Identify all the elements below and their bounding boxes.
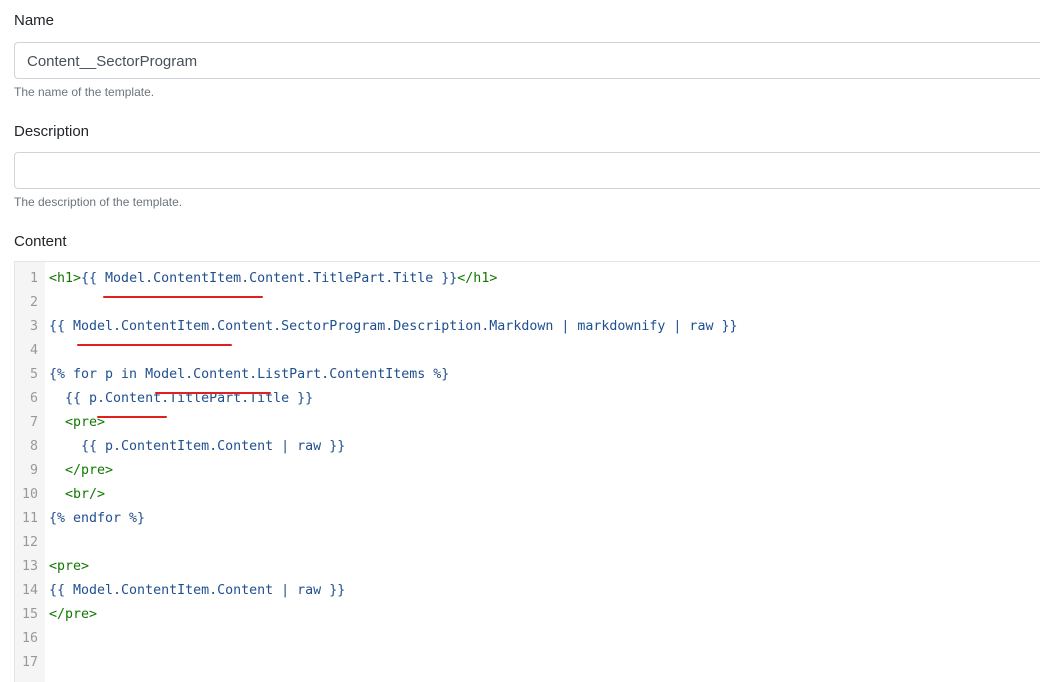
html-tag-token: </pre> bbox=[49, 607, 98, 622]
code-line: 7 <pre> bbox=[15, 411, 1040, 435]
line-number: 1 bbox=[29, 271, 38, 286]
name-label: Name bbox=[14, 12, 55, 29]
line-number: 15 bbox=[21, 607, 38, 622]
code-text: {% endfor %} bbox=[49, 507, 145, 531]
code-line: 8 {{ p.ContentItem.Content | raw }} bbox=[15, 435, 1040, 459]
name-input[interactable]: Content__SectorProgram bbox=[14, 42, 1040, 79]
liquid-token: {{ Model.ContentItem.Content.TitlePart.T… bbox=[81, 271, 458, 286]
red-underline-annotation bbox=[103, 296, 263, 298]
code-text: {{ p.Content.TitlePart.Title }} bbox=[49, 387, 313, 411]
code-text: <pre> bbox=[49, 411, 105, 435]
code-editor[interactable]: 1 <h1>{{ Model.ContentItem.Content.TitleP… bbox=[14, 261, 1040, 682]
code-line: 1 <h1>{{ Model.ContentItem.Content.TitleP… bbox=[15, 267, 1040, 291]
code-line: 3 {{ Model.ContentItem.Content.SectorProg… bbox=[15, 315, 1040, 339]
code-line: 2 bbox=[15, 291, 1040, 315]
code-text: {{ Model.ContentItem.Content.SectorProgr… bbox=[49, 315, 737, 339]
description-input[interactable] bbox=[14, 152, 1040, 189]
code-line: 12 bbox=[15, 531, 1040, 555]
html-tag-token: </pre> bbox=[49, 463, 114, 478]
code-text: {{ p.ContentItem.Content | raw }} bbox=[49, 435, 345, 459]
red-underline-annotation bbox=[97, 416, 167, 418]
line-number: 13 bbox=[21, 559, 38, 574]
code-line: 17 bbox=[15, 651, 1040, 675]
line-number: 7 bbox=[29, 415, 38, 430]
code-line: 5 {% for p in Model.Content.ListPart.Cont… bbox=[15, 363, 1040, 387]
liquid-token: {% endfor %} bbox=[49, 511, 146, 526]
line-number: 6 bbox=[29, 391, 38, 406]
name-input-value: Content__SectorProgram bbox=[27, 53, 198, 70]
code-text: {% for p in Model.Content.ListPart.Conte… bbox=[49, 363, 449, 387]
liquid-token: {{ p.ContentItem.Content | raw }} bbox=[49, 439, 346, 454]
code-line: 11 {% endfor %} bbox=[15, 507, 1040, 531]
name-hint: The name of the template. bbox=[14, 85, 155, 99]
line-number: 3 bbox=[29, 319, 38, 334]
line-number: 5 bbox=[29, 367, 38, 382]
red-underline-annotation bbox=[77, 344, 232, 346]
line-number: 8 bbox=[29, 439, 38, 454]
line-number: 9 bbox=[29, 463, 38, 478]
html-tag-token: <pre> bbox=[49, 559, 90, 574]
code-text: <br/> bbox=[49, 483, 105, 507]
html-tag-token: <br/> bbox=[49, 487, 106, 502]
line-number: 4 bbox=[29, 343, 38, 358]
line-number: 10 bbox=[21, 487, 38, 502]
code-line: 6 {{ p.Content.TitlePart.Title }} bbox=[15, 387, 1040, 411]
html-tag-token: <h1> bbox=[49, 271, 82, 286]
code-text: </pre> bbox=[49, 603, 97, 627]
code-text: </pre> bbox=[49, 459, 113, 483]
code-text: <h1>{{ Model.ContentItem.Content.TitlePa… bbox=[49, 267, 497, 291]
line-number: 11 bbox=[21, 511, 38, 526]
html-tag-token: </h1> bbox=[457, 271, 498, 286]
line-number: 2 bbox=[29, 295, 38, 310]
code-line: 13 <pre> bbox=[15, 555, 1040, 579]
line-number: 14 bbox=[21, 583, 38, 598]
code-text: {{ Model.ContentItem.Content | raw }} bbox=[49, 579, 345, 603]
code-line: 16 bbox=[15, 627, 1040, 651]
code-line: 14 {{ Model.ContentItem.Content | raw }} bbox=[15, 579, 1040, 603]
description-hint: The description of the template. bbox=[14, 195, 183, 209]
code-line: 10 <br/> bbox=[15, 483, 1040, 507]
code-line: 4 bbox=[15, 339, 1040, 363]
liquid-token: {{ Model.ContentItem.Content | raw }} bbox=[49, 583, 346, 598]
red-underline-annotation bbox=[155, 392, 271, 394]
liquid-token: {% for p in Model.Content.ListPart.Conte… bbox=[49, 367, 450, 382]
line-number: 17 bbox=[21, 655, 38, 670]
content-label: Content bbox=[14, 233, 67, 250]
code-line: 9 </pre> bbox=[15, 459, 1040, 483]
line-number: 16 bbox=[21, 631, 38, 646]
code-line: 15 </pre> bbox=[15, 603, 1040, 627]
liquid-token: {{ Model.ContentItem.Content.SectorProgr… bbox=[49, 319, 738, 334]
code-text: <pre> bbox=[49, 555, 89, 579]
description-label: Description bbox=[14, 123, 90, 140]
line-number: 12 bbox=[21, 535, 38, 550]
